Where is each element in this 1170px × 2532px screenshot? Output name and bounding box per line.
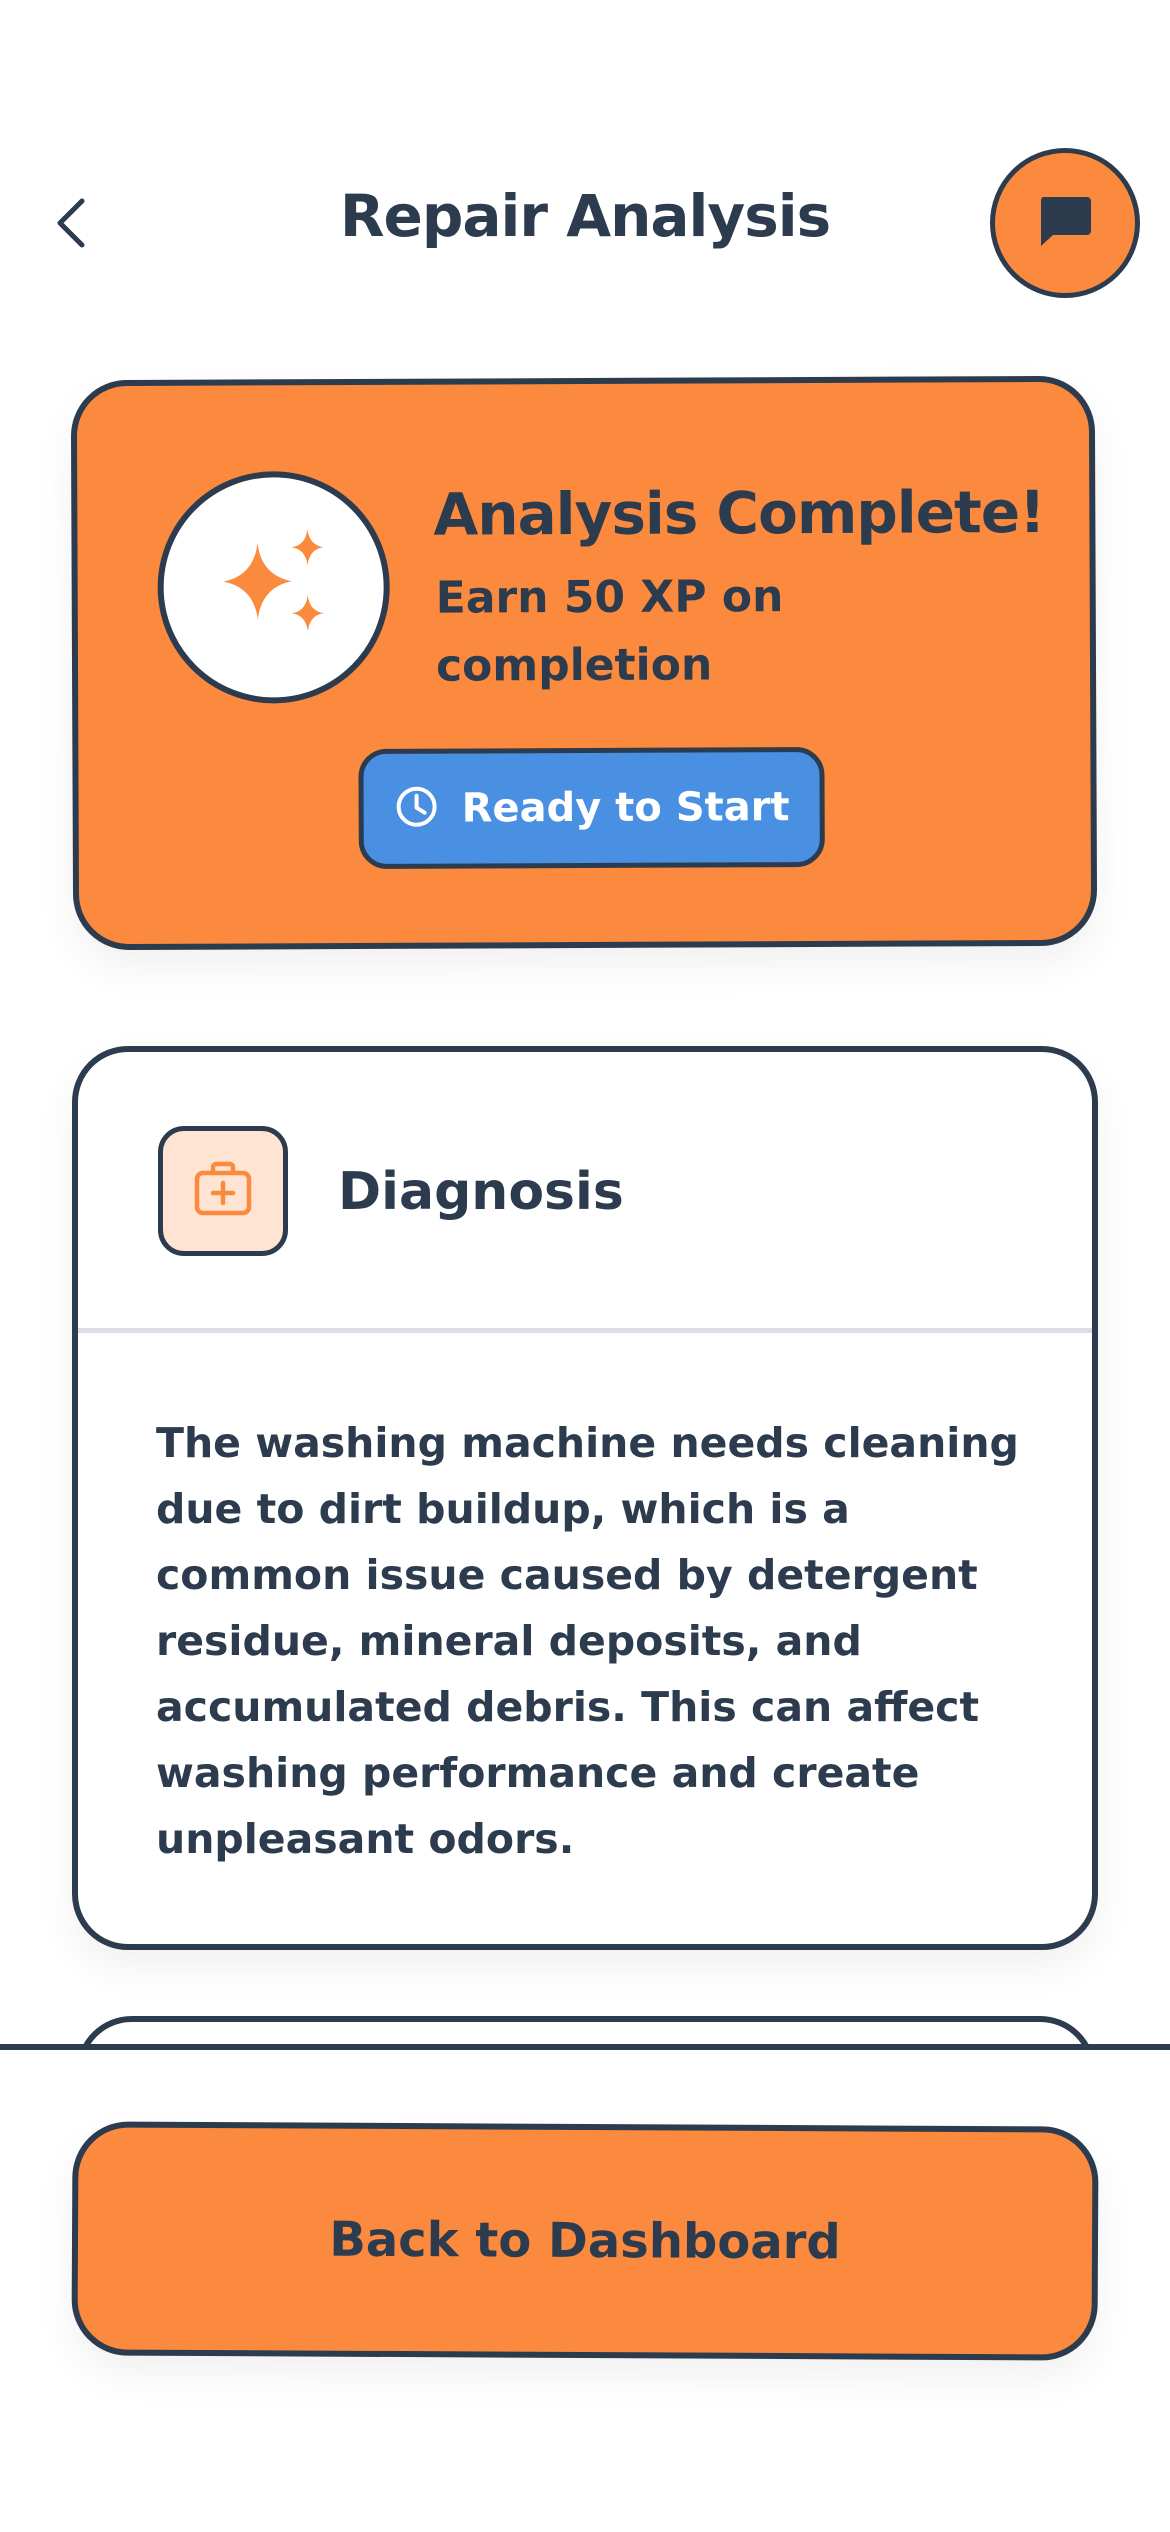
clock-icon — [394, 784, 440, 834]
chat-bubble-icon — [1035, 191, 1095, 255]
analysis-status-card: Analysis Complete! Earn 50 XP on complet… — [70, 375, 1098, 951]
back-to-dashboard-button[interactable]: Back to Dashboard — [71, 2121, 1099, 2361]
chat-button[interactable] — [990, 148, 1140, 298]
back-to-dashboard-label: Back to Dashboard — [329, 2211, 841, 2271]
diagnosis-icon-box — [158, 1126, 288, 1256]
analysis-status-title: Analysis Complete! — [433, 477, 1045, 549]
xp-reward-text: Earn 50 XP on completion — [435, 571, 784, 692]
sparkles-icon — [203, 515, 344, 660]
diagnosis-title: Diagnosis — [338, 1162, 624, 1222]
ready-to-start-label: Ready to Start — [461, 784, 790, 832]
diagnosis-card: Diagnosis The washing machine needs clea… — [72, 1046, 1098, 1950]
sparkles-icon-badge — [157, 470, 391, 704]
diagnosis-text: The washing machine needs cleaning due t… — [156, 1419, 1019, 1863]
first-aid-kit-icon — [191, 1157, 255, 1225]
ready-to-start-button[interactable]: Ready to Start — [358, 746, 825, 869]
diagnosis-divider — [78, 1328, 1092, 1333]
repair-analysis-screen: Repair Analysis Analysis Complete! Earn … — [0, 0, 1170, 2532]
